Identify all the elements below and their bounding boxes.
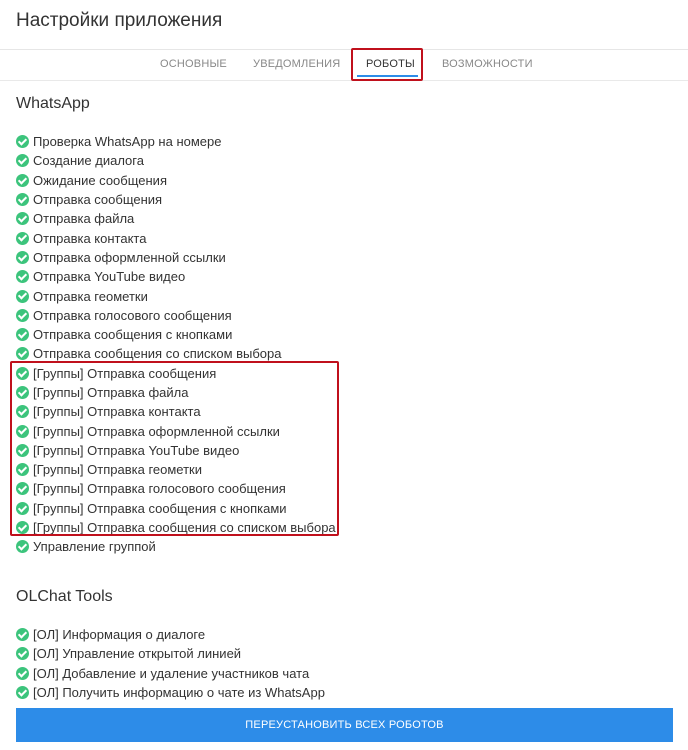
check-circle-icon xyxy=(16,231,29,245)
robot-item-label: Отправка файла xyxy=(33,211,135,227)
robot-item: [ОЛ] Информация о диалоге xyxy=(16,625,325,644)
check-circle-icon xyxy=(16,270,29,284)
olchat-section-title: OLChat Tools xyxy=(16,588,113,605)
robot-item: Управление группой xyxy=(16,537,336,556)
robot-item-label: Отправка YouTube видео xyxy=(33,269,186,285)
robot-item-label: Отправка сообщения xyxy=(33,192,163,208)
check-circle-icon xyxy=(16,347,29,361)
check-circle-icon xyxy=(16,193,29,207)
check-circle-icon xyxy=(16,666,29,680)
robot-item-label: [ОЛ] Получить информацию о чате из Whats… xyxy=(33,685,325,701)
robot-item: Отправка геометки xyxy=(16,286,336,305)
robot-item: Отправка сообщения с кнопками xyxy=(16,325,336,344)
robot-item-label: Отправка геометки xyxy=(33,288,148,304)
robot-item-label: [ОЛ] Управление открытой линией xyxy=(33,646,242,662)
check-circle-icon xyxy=(16,647,29,661)
check-circle-icon xyxy=(16,212,29,226)
robot-item: Отправка YouTube видео xyxy=(16,267,336,286)
check-circle-icon xyxy=(16,173,29,187)
robot-item: Отправка контакта xyxy=(16,228,336,247)
robot-item-label: Отправка голосового сообщения xyxy=(33,307,232,323)
check-circle-icon xyxy=(16,250,29,264)
olchat-robot-list: [ОЛ] Информация о диалоге [ОЛ] Управление… xyxy=(16,625,325,702)
robot-item-label: Ожидание сообщения xyxy=(33,172,167,188)
check-circle-icon xyxy=(16,289,29,303)
robot-item-label: Отправка оформленной ссылки xyxy=(33,249,226,265)
robot-item: [ОЛ] Получить информацию о чате из Whats… xyxy=(16,683,325,702)
robot-item: [ОЛ] Добавление и удаление участников ча… xyxy=(16,664,325,683)
tab-notifications[interactable]: УВЕДОМЛЕНИЯ xyxy=(253,58,340,70)
check-circle-icon xyxy=(16,154,29,168)
check-circle-icon xyxy=(16,540,29,554)
robot-item-label: Управление группой xyxy=(33,539,156,555)
robot-item-label: Создание диалога xyxy=(33,153,144,169)
app-header: Настройки приложения xyxy=(0,0,688,50)
robot-item: Отправка сообщения xyxy=(16,190,336,209)
whatsapp-section-title: WhatsApp xyxy=(16,95,90,112)
check-circle-icon xyxy=(16,135,29,149)
check-circle-icon xyxy=(16,328,29,342)
robot-item: Проверка WhatsApp на номере xyxy=(16,132,336,151)
robot-item: [ОЛ] Управление открытой линией xyxy=(16,644,325,663)
group-robots-highlight-box xyxy=(10,361,339,536)
check-circle-icon xyxy=(16,686,29,700)
check-circle-icon xyxy=(16,628,29,642)
robot-item: Ожидание сообщения xyxy=(16,171,336,190)
robot-item-label: Отправка контакта xyxy=(33,230,147,246)
robot-item-label: Отправка сообщения со списком выбора xyxy=(33,346,282,362)
robot-item: Отправка файла xyxy=(16,209,336,228)
robot-item-label: [ОЛ] Информация о диалоге xyxy=(33,627,206,643)
robot-item: Отправка оформленной ссылки xyxy=(16,248,336,267)
robot-item-label: Отправка сообщения с кнопками xyxy=(33,327,233,343)
tab-general[interactable]: ОСНОВНЫЕ xyxy=(160,58,227,70)
check-circle-icon xyxy=(16,308,29,322)
robots-tab-highlight-box xyxy=(351,48,423,81)
robot-item-label: [ОЛ] Добавление и удаление участников ча… xyxy=(33,665,310,681)
tab-features[interactable]: ВОЗМОЖНОСТИ xyxy=(442,58,533,70)
page-title: Настройки приложения xyxy=(16,10,223,31)
robot-item: Создание диалога xyxy=(16,151,336,170)
robot-item-label: Проверка WhatsApp на номере xyxy=(33,134,222,150)
tab-bar: ОСНОВНЫЕ УВЕДОМЛЕНИЯ РОБОТЫ ВОЗМОЖНОСТИ xyxy=(0,50,688,81)
reinstall-all-robots-button[interactable]: ПЕРЕУСТАНОВИТЬ ВСЕХ РОБОТОВ xyxy=(16,708,673,742)
robot-item: Отправка голосового сообщения xyxy=(16,306,336,325)
